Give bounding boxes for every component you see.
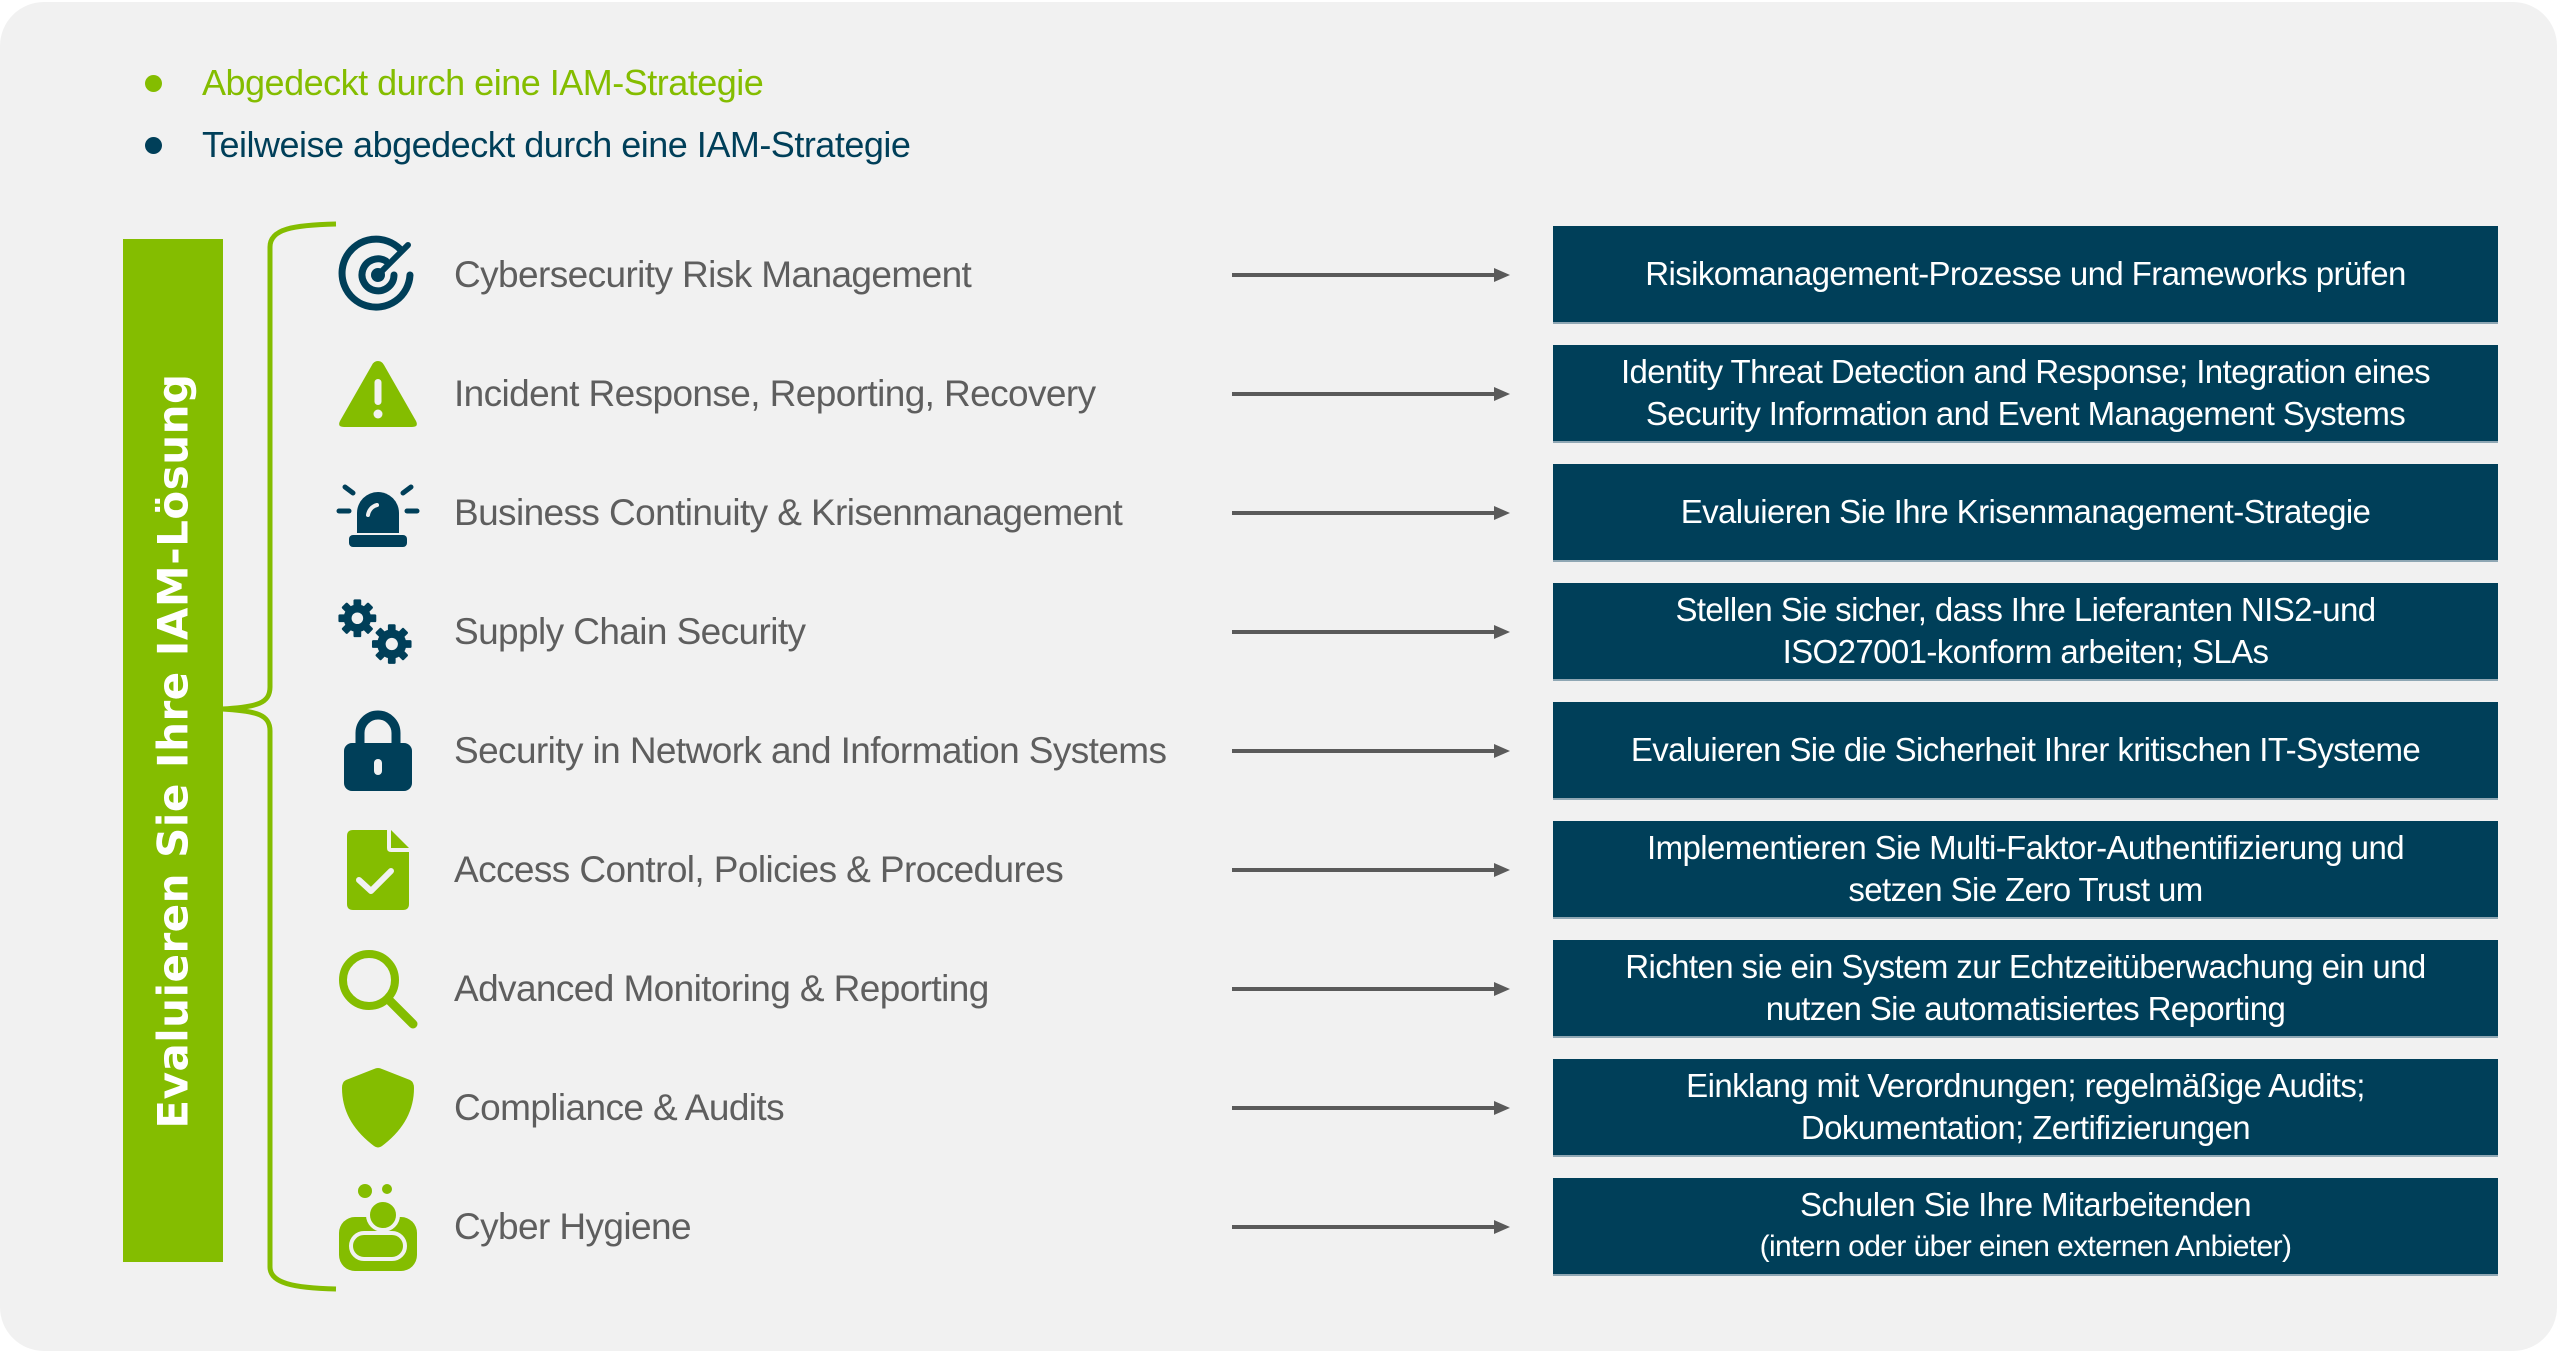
action-text-line-1: Einklang mit Verordnungen; regelmäßige A… (1686, 1067, 2365, 1104)
legend-text-covered: Abgedeckt durch eine IAM-Strategie (202, 62, 764, 103)
requirement-label: Advanced Monitoring & Reporting (454, 968, 989, 1009)
arrow-right-icon (1232, 863, 1510, 877)
action-text-line-2: nutzen Sie automatisiertes Reporting (1765, 990, 2286, 1027)
padlock-icon (335, 710, 421, 791)
shield-icon (335, 1068, 421, 1148)
magnifier-icon (335, 949, 421, 1029)
arrow-right-icon (1232, 1101, 1510, 1115)
arrow-right-icon (1232, 744, 1510, 758)
document-check-icon (335, 830, 421, 910)
action-box: Evaluieren Sie die Sicherheit Ihrer krit… (1553, 702, 2498, 800)
action-box: Evaluieren Sie Ihre Krisenmanagement-Str… (1553, 464, 2498, 562)
requirement-label: Cybersecurity Risk Management (454, 254, 972, 295)
action-box: Identity Threat Detection and Response; … (1553, 345, 2498, 443)
alarm-siren-icon (335, 473, 421, 553)
action-box: Stellen Sie sicher, dass Ihre Lieferante… (1553, 583, 2498, 681)
target-icon (335, 235, 421, 315)
arrow-right-icon (1232, 1220, 1510, 1234)
requirement-label: Supply Chain Security (454, 611, 806, 652)
soap-icon (335, 1184, 421, 1271)
arrow-right-icon (1232, 268, 1510, 282)
requirement-row: Access Control, Policies & Procedures Im… (0, 820, 2560, 920)
action-box: Risikomanagement-Prozesse und Frameworks… (1553, 226, 2498, 324)
arrow-right-icon (1232, 982, 1510, 996)
action-text-line-1: Evaluieren Sie Ihre Krisenmanagement-Str… (1680, 493, 2371, 530)
requirement-label: Incident Response, Reporting, Recovery (454, 373, 1096, 414)
warning-triangle-icon (335, 354, 421, 434)
requirement-row: Cybersecurity Risk Management Risikomana… (0, 225, 2560, 325)
requirement-row: Compliance & Audits Einklang mit Verordn… (0, 1058, 2560, 1158)
action-box: Einklang mit Verordnungen; regelmäßige A… (1553, 1059, 2498, 1157)
requirement-row: Security in Network and Information Syst… (0, 701, 2560, 801)
action-text-line-1: Implementieren Sie Multi-Faktor-Authenti… (1647, 829, 2405, 866)
requirement-label: Access Control, Policies & Procedures (454, 849, 1064, 890)
requirement-row: Cyber Hygiene Schulen Sie Ihre Mitarbeit… (0, 1177, 2560, 1277)
arrow-right-icon (1232, 625, 1510, 639)
action-text-line-2: (intern oder über einen externen Anbiete… (1759, 1230, 2292, 1263)
arrow-right-icon (1232, 387, 1510, 401)
requirement-row: Business Continuity & Krisenmanagement E… (0, 463, 2560, 563)
legend-text-partially-covered: Teilweise abgedeckt durch eine IAM-Strat… (202, 124, 911, 165)
action-text-line-1: Identity Threat Detection and Response; … (1620, 353, 2431, 390)
action-text-line-2: ISO27001-konform arbeiten; SLAs (1782, 633, 2269, 670)
action-text-line-2: setzen Sie Zero Trust um (1848, 871, 2203, 908)
legend-item-partially-covered: Teilweise abgedeckt durch eine IAM-Strat… (145, 120, 911, 170)
action-box: Richten sie ein System zur Echtzeitüberw… (1553, 940, 2498, 1038)
requirement-row: Supply Chain Security Stellen Sie sicher… (0, 582, 2560, 682)
legend-dot-navy (145, 136, 162, 154)
requirement-label: Business Continuity & Krisenmanagement (454, 492, 1123, 533)
arrow-right-icon (1232, 506, 1510, 520)
action-text-line-1: Evaluieren Sie die Sicherheit Ihrer krit… (1630, 731, 2421, 768)
action-text-line-2: Security Information and Event Managemen… (1645, 395, 2406, 432)
legend-dot-green (145, 74, 162, 92)
action-text-line-2: Dokumentation; Zertifizierungen (1800, 1109, 2251, 1146)
requirement-label: Security in Network and Information Syst… (454, 730, 1167, 771)
action-text-line-1: Richten sie ein System zur Echtzeitüberw… (1625, 948, 2426, 985)
requirement-row: Incident Response, Reporting, Recovery I… (0, 344, 2560, 444)
action-box: Schulen Sie Ihre Mitarbeitenden (intern … (1553, 1178, 2498, 1276)
diagram-panel: Abgedeckt durch eine IAM-Strategie Teilw… (0, 2, 2557, 1351)
action-text-line-1: Schulen Sie Ihre Mitarbeitenden (1799, 1186, 2252, 1223)
requirement-row: Advanced Monitoring & Reporting Richten … (0, 939, 2560, 1039)
action-text-line-1: Risikomanagement-Prozesse und Frameworks… (1645, 255, 2406, 292)
legend-item-covered: Abgedeckt durch eine IAM-Strategie (145, 58, 764, 108)
action-text-line-1: Stellen Sie sicher, dass Ihre Lieferante… (1675, 591, 2376, 628)
requirement-label: Compliance & Audits (454, 1087, 785, 1128)
requirement-label: Cyber Hygiene (454, 1206, 692, 1247)
action-box: Implementieren Sie Multi-Faktor-Authenti… (1553, 821, 2498, 919)
gears-icon (335, 592, 421, 672)
